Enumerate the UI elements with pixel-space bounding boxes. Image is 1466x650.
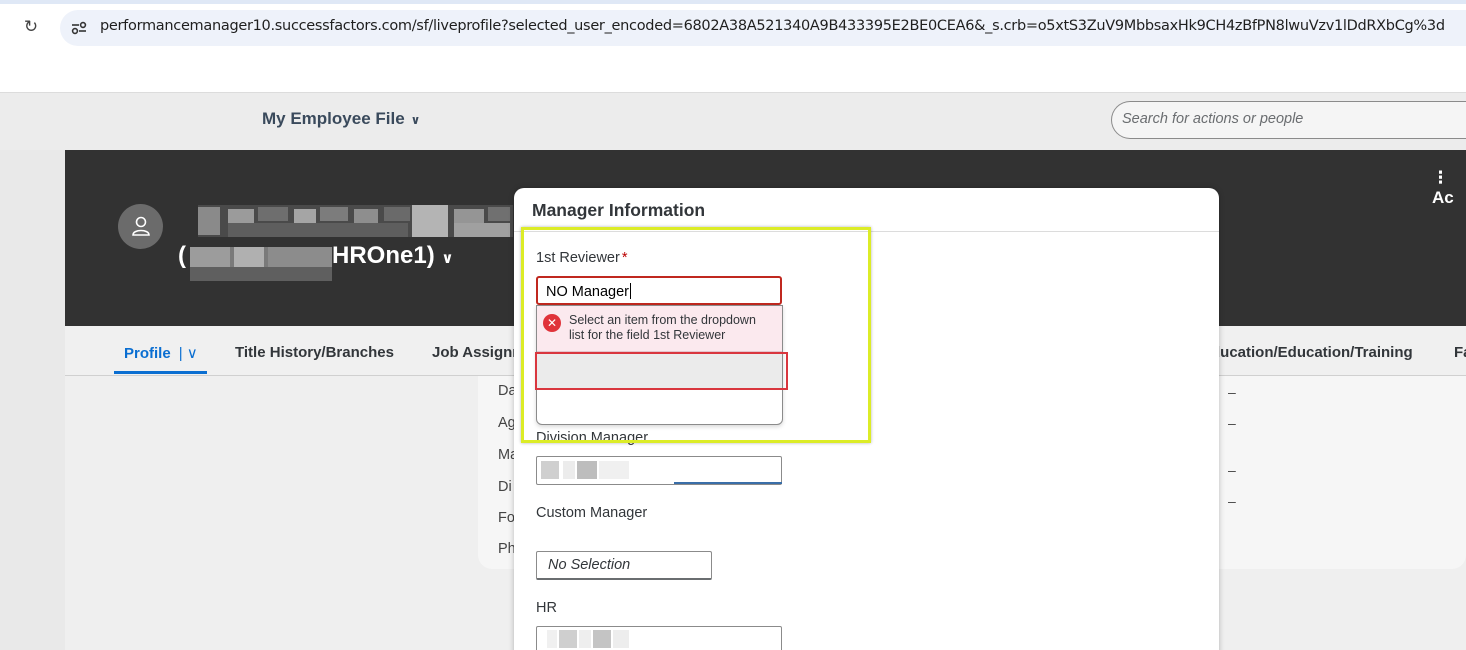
card-label: Di [498,479,512,495]
more-vertical-icon: ⋮ [1432,168,1449,187]
hr-input[interactable] [536,626,782,650]
site-settings-icon[interactable] [68,17,90,39]
search-input[interactable] [1122,111,1462,127]
browser-tab-strip [0,0,1466,4]
tab-profile-label: Profile [124,345,171,362]
active-tab-indicator [114,371,207,374]
left-gutter [0,150,65,650]
more-actions-button[interactable]: ⋮ Ac [1432,168,1466,208]
tab-more[interactable]: Fa [1454,344,1466,361]
hr-label: HR [536,600,557,616]
custom-manager-value: No Selection [548,557,631,573]
chevron-down-icon: | ∨ [178,345,198,362]
empty-value: – [1228,462,1236,478]
name-open-paren: ( [178,242,186,269]
empty-value: – [1228,415,1236,431]
division-manager-focus-line [674,482,782,484]
tab-profile[interactable]: Profile | ∨ [124,344,198,362]
tab-title-history[interactable]: Title History/Branches [235,344,394,361]
highlight-box-yellow [521,227,871,443]
empty-value: – [1228,384,1236,400]
reload-icon[interactable]: ↻ [20,16,42,38]
custom-manager-select[interactable]: No Selection [536,551,712,580]
search-box[interactable] [1111,101,1466,139]
division-manager-value-redacted [541,461,629,479]
employee-file-menu[interactable]: My Employee File ∨ [262,109,420,129]
empty-value: – [1228,493,1236,509]
hr-value-redacted [547,630,629,648]
address-url[interactable]: performancemanager10.successfactors.com/… [100,18,1445,34]
actions-label: Ac [1432,188,1454,207]
tab-job-assignment[interactable]: Job Assignr [432,344,518,361]
card-label: Fo [498,510,515,526]
chevron-down-icon: ∨ [441,250,454,267]
tab-education[interactable]: ducation/Education/Training [1211,344,1413,361]
employee-id-redacted [190,247,332,281]
avatar[interactable] [118,204,163,249]
custom-manager-label: Custom Manager [536,505,648,521]
employee-file-title: My Employee File [262,109,405,128]
employee-name-redacted [198,205,513,237]
person-icon [132,216,150,236]
employee-id-suffix: HROne1) [332,242,435,269]
division-manager-input[interactable] [536,456,782,485]
dialog-title: Manager Information [532,200,706,220]
chevron-down-icon: ∨ [410,113,421,127]
